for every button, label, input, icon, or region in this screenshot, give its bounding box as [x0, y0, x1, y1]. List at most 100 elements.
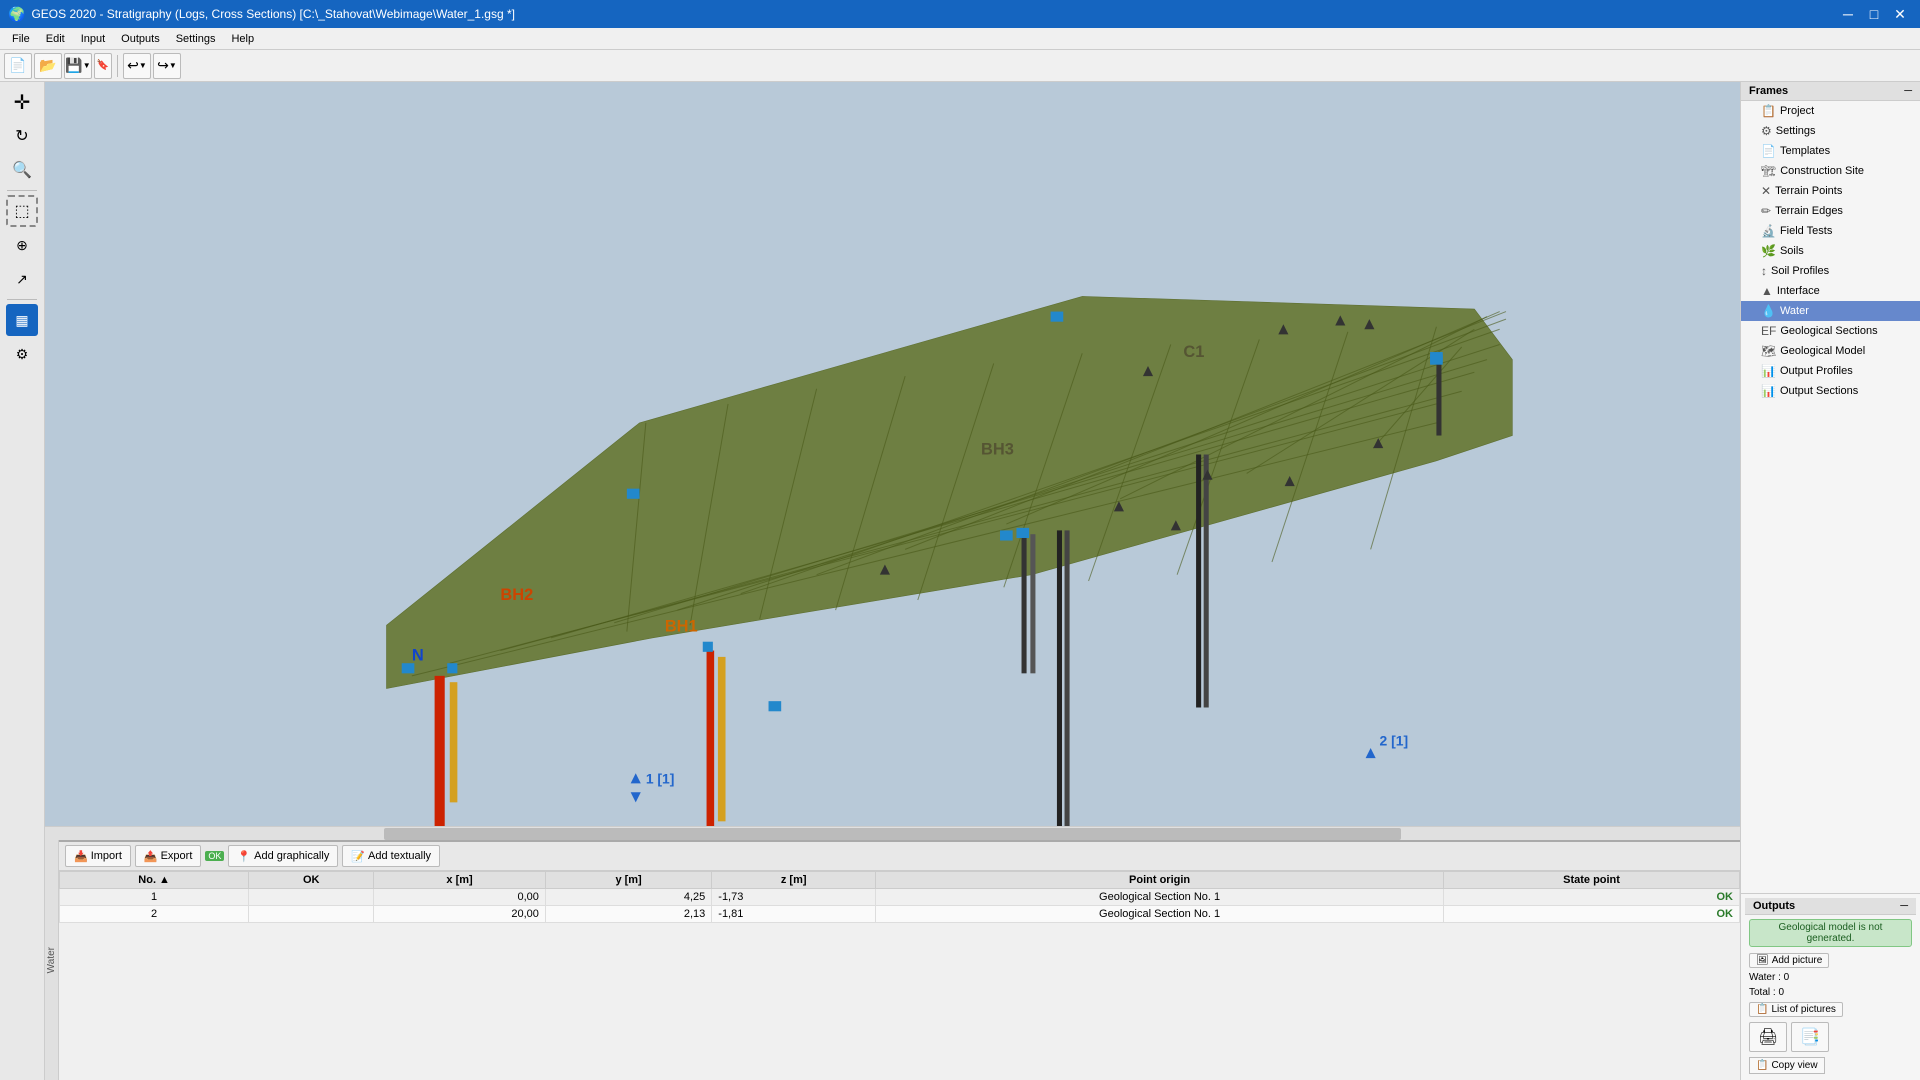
measure-tool[interactable]: ↗ [6, 263, 38, 295]
maximize-button[interactable]: □ [1862, 4, 1886, 24]
col-origin: Point origin [876, 872, 1444, 889]
frame-item-terrain-edges[interactable]: ✏Terrain Edges [1741, 201, 1920, 221]
toolbar-separator-1 [117, 55, 118, 77]
frame-item-interface[interactable]: ▲Interface [1741, 281, 1920, 301]
water-label: Water : [1749, 972, 1781, 983]
menu-item-file[interactable]: File [4, 28, 38, 50]
node-tool[interactable]: ⊕ [6, 229, 38, 261]
outputs-collapse-btn[interactable]: ─ [1900, 900, 1908, 912]
frame-icon-geological-sections: EF [1761, 324, 1776, 338]
title-bar-left: 🌍 GEOS 2020 - Stratigraphy (Logs, Cross … [8, 6, 515, 23]
borehole-c1 [1436, 360, 1441, 436]
frame-item-soil-profiles[interactable]: ↕Soil Profiles [1741, 261, 1920, 281]
ok-badge: OK [205, 851, 224, 861]
frame-item-output-sections[interactable]: 📊Output Sections [1741, 381, 1920, 401]
export-label: Export [161, 850, 193, 862]
horizontal-scrollbar[interactable] [45, 826, 1740, 840]
frame-item-settings[interactable]: ⚙Settings [1741, 121, 1920, 141]
table-row[interactable]: 220,002,13-1,81Geological Section No. 1O… [60, 906, 1740, 923]
import-button[interactable]: 📥 Import [65, 845, 131, 867]
frame-label-geological-model: Geological Model [1780, 345, 1865, 357]
table-cell: 2 [60, 906, 249, 923]
undo-button[interactable]: ↩▼ [123, 53, 151, 79]
frame-item-soils[interactable]: 🌿Soils [1741, 241, 1920, 261]
frame-icon-project: 📋 [1761, 104, 1776, 118]
frame-item-geological-sections[interactable]: EFGeological Sections [1741, 321, 1920, 341]
print-button[interactable]: 🖨 [1749, 1022, 1787, 1052]
borehole-bh2-casing [450, 682, 458, 802]
frame-item-construction-site[interactable]: 🏗Construction Site [1741, 161, 1920, 181]
add-picture-row: 🖼 Add picture [1745, 951, 1916, 970]
menu-bar: FileEditInputOutputsSettingsHelp [0, 28, 1920, 50]
water-value: 0 [1784, 972, 1790, 983]
select-rect-tool[interactable]: ⬚ [6, 195, 38, 227]
close-button[interactable]: ✕ [1888, 4, 1912, 24]
frame-item-terrain-points[interactable]: ✕Terrain Points [1741, 181, 1920, 201]
list-of-pictures-button[interactable]: 📋 List of pictures [1749, 1002, 1843, 1017]
add-graph-icon: 📍 [237, 850, 251, 863]
side-label-text: Water [46, 947, 57, 973]
n-point [402, 663, 415, 673]
borehole-bh3 [1022, 534, 1027, 673]
table-cell: 0,00 [374, 889, 546, 906]
export-pdf-button[interactable]: 📑 [1791, 1022, 1829, 1052]
water-point-1-label: 1 [1] [646, 770, 675, 786]
new-button[interactable]: 📄 [4, 53, 32, 79]
outputs-header: Outputs ─ [1745, 898, 1916, 915]
frame-label-templates: Templates [1780, 145, 1830, 157]
frame-label-output-sections: Output Sections [1780, 385, 1858, 397]
bottom-panel: Water 📥 Import 📤 Export OK 📍 Add graphic… [45, 840, 1740, 1080]
copy-view-button[interactable]: 📋 Copy view [1749, 1057, 1825, 1074]
scrollbar-thumb[interactable] [384, 828, 1401, 840]
table-cell: 20,00 [374, 906, 546, 923]
bh2-point [447, 663, 457, 673]
frame-item-field-tests[interactable]: 🔬Field Tests [1741, 221, 1920, 241]
add-picture-button[interactable]: 🖼 Add picture [1749, 953, 1829, 968]
data-table: No. ▲ OK x [m] y [m] z [m] Point origin … [59, 871, 1740, 923]
zoom-tool[interactable]: 🔍 [6, 154, 38, 186]
menu-item-edit[interactable]: Edit [38, 28, 73, 50]
menu-item-help[interactable]: Help [223, 28, 262, 50]
table-cell: -1,81 [712, 906, 876, 923]
export-button[interactable]: 📤 Export [135, 845, 202, 867]
menu-item-outputs[interactable]: Outputs [113, 28, 168, 50]
frame-icon-soils: 🌿 [1761, 244, 1776, 258]
total-label: Total : [1749, 987, 1776, 998]
frame-item-water[interactable]: 💧Water [1741, 301, 1920, 321]
frame-label-field-tests: Field Tests [1780, 225, 1832, 237]
frames-title: Frames [1749, 85, 1788, 97]
table-cell: 1 [60, 889, 249, 906]
top-right-point [1430, 355, 1443, 365]
add-graphically-button[interactable]: 📍 Add graphically [228, 845, 338, 867]
settings-tool[interactable]: ⚙ [6, 338, 38, 370]
redo-button[interactable]: ↪▼ [153, 53, 181, 79]
table-view-tool[interactable]: ▦ [6, 304, 38, 336]
frame-label-interface: Interface [1777, 285, 1820, 297]
menu-item-settings[interactable]: Settings [168, 28, 224, 50]
frame-item-output-profiles[interactable]: 📊Output Profiles [1741, 361, 1920, 381]
bh1-point [703, 642, 713, 652]
table-row[interactable]: 10,004,25-1,73Geological Section No. 1OK [60, 889, 1740, 906]
frame-item-project[interactable]: 📋Project [1741, 101, 1920, 121]
rotate-tool[interactable]: ↻ [6, 120, 38, 152]
frame-item-templates[interactable]: 📄Templates [1741, 141, 1920, 161]
table-cell: OK [1444, 889, 1740, 906]
borehole-right1-b [1204, 455, 1209, 708]
table-cell [249, 889, 374, 906]
import-icon: 📥 [74, 850, 88, 863]
move-tool[interactable]: ✛ [6, 86, 38, 118]
add-textually-button[interactable]: 📝 Add textually [342, 845, 440, 867]
left-tool-separator [7, 190, 37, 191]
col-ok: OK [249, 872, 374, 889]
save-button[interactable]: 💾▼ [64, 53, 92, 79]
top-point [1051, 312, 1064, 322]
open-button[interactable]: 📂 [34, 53, 62, 79]
bookmark-button[interactable]: 🔖 [94, 53, 112, 79]
minimize-button[interactable]: ─ [1836, 4, 1860, 24]
edge-marker-2 [769, 701, 782, 711]
bh2-label: BH2 [500, 586, 533, 604]
frames-collapse-btn[interactable]: ─ [1904, 85, 1912, 97]
frame-item-geological-model[interactable]: 🗺Geological Model [1741, 341, 1920, 361]
menu-item-input[interactable]: Input [73, 28, 113, 50]
water-output-row: Water : 0 [1745, 970, 1916, 985]
